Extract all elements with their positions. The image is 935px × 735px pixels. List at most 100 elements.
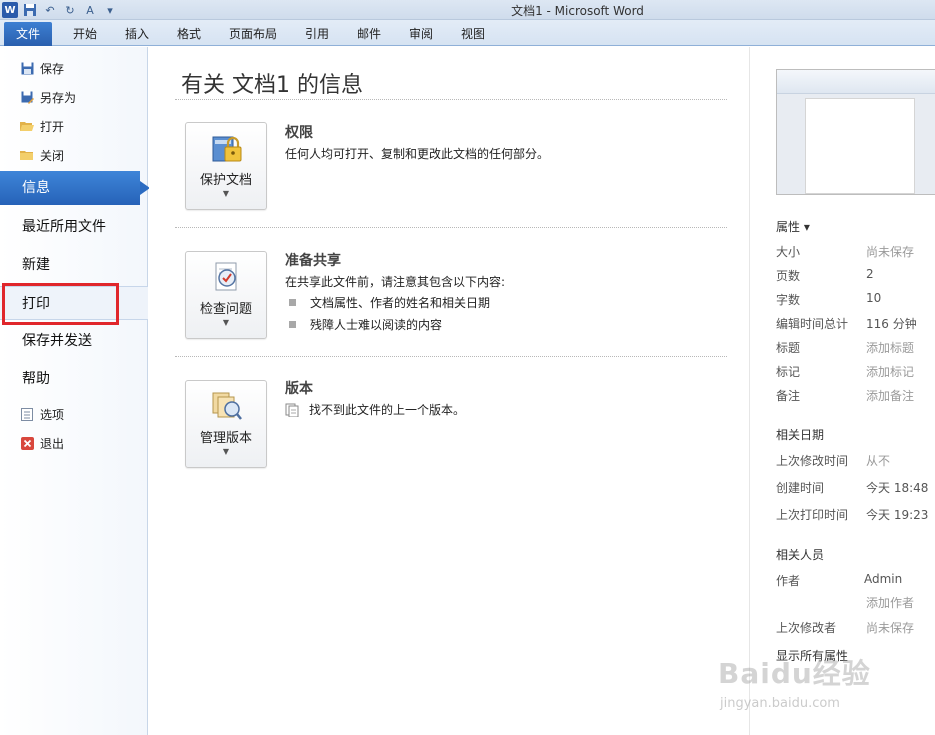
date-key-last-modified: 上次修改时间 xyxy=(776,454,849,468)
prepare-bullet-2: 残障人士难以阅读的内容 xyxy=(310,318,443,332)
nav-open[interactable]: 打开 xyxy=(20,115,64,137)
divider xyxy=(175,356,727,357)
dropdown-caret-icon: ▼ xyxy=(222,318,230,327)
title-bar: W ↶ ↻ A ▾ 文档1 - Microsoft Word xyxy=(0,0,935,20)
bullet-square-icon xyxy=(289,321,296,328)
nav-open-label: 打开 xyxy=(40,119,65,134)
people-value-author[interactable]: Admin xyxy=(864,572,902,586)
prepare-bullet-1: 文档属性、作者的姓名和相关日期 xyxy=(310,296,491,310)
thumbnail-page xyxy=(805,98,915,194)
prop-value-edit-time: 116 分钟 xyxy=(866,317,917,331)
nav-save-as[interactable]: 另存为 xyxy=(20,86,76,108)
people-key-last-modified-by: 上次修改者 xyxy=(776,621,837,635)
prepare-title: 准备共享 xyxy=(285,253,341,269)
nav-save-and-send[interactable]: 保存并发送 xyxy=(0,324,148,358)
prop-key-comments: 备注 xyxy=(776,389,801,403)
nav-exit[interactable]: 退出 xyxy=(20,432,64,454)
prop-key-words: 字数 xyxy=(776,293,801,307)
prop-value-words: 10 xyxy=(866,291,882,305)
add-author-link[interactable]: 添加作者 xyxy=(866,594,914,611)
divider xyxy=(175,227,727,228)
tab-insert[interactable]: 插入 xyxy=(114,24,160,46)
check-for-issues-button[interactable]: 检查问题 ▼ xyxy=(185,251,267,339)
prop-value-tags[interactable]: 添加标记 xyxy=(866,363,914,380)
properties-panel: 属性 ▾ 大小 尚未保存 页数 2 字数 10 编辑时间总计 116 分钟 标题… xyxy=(749,47,935,735)
versions-title: 版本 xyxy=(285,381,313,397)
nav-close[interactable]: 关闭 xyxy=(20,144,64,166)
nav-help[interactable]: 帮助 xyxy=(0,362,148,396)
window-title: 文档1 - Microsoft Word xyxy=(511,4,644,18)
nav-recent[interactable]: 最近所用文件 xyxy=(0,210,148,244)
save-as-icon xyxy=(20,90,34,104)
versions-text-row: 找不到此文件的上一个版本。 xyxy=(285,401,465,418)
nav-options-label: 选项 xyxy=(40,407,65,422)
related-dates-header: 相关日期 xyxy=(776,428,825,442)
tab-mailings[interactable]: 邮件 xyxy=(346,24,392,46)
nav-save-label: 保存 xyxy=(40,61,65,76)
people-key-author: 作者 xyxy=(776,574,801,588)
page-title: 有关 文档1 的信息 xyxy=(181,73,363,98)
check-for-issues-label: 检查问题 xyxy=(199,302,252,317)
divider xyxy=(175,99,727,100)
tab-review[interactable]: 审阅 xyxy=(398,24,444,46)
nav-save[interactable]: 保存 xyxy=(20,57,64,79)
watermark-logo: Baidu经验 xyxy=(718,657,871,690)
nav-info[interactable]: 信息 xyxy=(0,171,150,205)
options-icon xyxy=(20,407,34,421)
dropdown-caret-icon: ▼ xyxy=(222,447,230,456)
tab-references[interactable]: 引用 xyxy=(294,24,340,46)
nav-options[interactable]: 选项 xyxy=(20,403,64,425)
exit-icon xyxy=(20,436,34,450)
prop-key-size: 大小 xyxy=(776,245,801,259)
thumbnail-ribbon xyxy=(777,70,935,94)
people-value-last-modified-by: 尚未保存 xyxy=(866,621,915,635)
nav-close-label: 关闭 xyxy=(40,148,65,163)
nav-exit-label: 退出 xyxy=(40,436,65,451)
save-icon xyxy=(20,61,34,75)
nav-save-as-label: 另存为 xyxy=(40,90,77,105)
close-folder-icon xyxy=(20,148,34,162)
versions-text: 找不到此文件的上一个版本。 xyxy=(309,403,466,417)
properties-header[interactable]: 属性 ▾ xyxy=(776,218,810,235)
lock-icon xyxy=(212,136,242,162)
tab-file[interactable]: 文件 xyxy=(4,22,52,46)
ribbon-tab-bar: 文件 开始 插入 格式 页面布局 引用 邮件 审阅 视图 xyxy=(0,20,935,46)
inspect-document-icon xyxy=(215,262,237,291)
nav-new[interactable]: 新建 xyxy=(0,248,148,282)
backstage-nav: 保存 另存为 打开 关闭 信息 最近所用文件 新建 打印 保存并发送 帮助 选项… xyxy=(0,47,150,735)
tab-format[interactable]: 格式 xyxy=(166,24,212,46)
prop-value-pages: 2 xyxy=(866,267,874,281)
dropdown-caret-icon: ▼ xyxy=(222,189,230,198)
prop-key-tags: 标记 xyxy=(776,365,801,379)
open-folder-icon xyxy=(20,119,34,133)
date-value-created: 今天 18:48 xyxy=(866,481,929,495)
bullet-square-icon xyxy=(289,299,296,306)
prop-value-title[interactable]: 添加标题 xyxy=(866,339,914,356)
list-item: 残障人士难以阅读的内容 xyxy=(289,316,442,333)
manage-versions-button[interactable]: 管理版本 ▼ xyxy=(185,380,267,468)
protect-document-button[interactable]: 保护文档 ▼ xyxy=(185,122,267,210)
info-pane: 有关 文档1 的信息 保护文档 ▼ 权限 任何人均可打开、复制和更改此文档的任何… xyxy=(149,47,749,735)
prop-key-pages: 页数 xyxy=(776,269,801,283)
prop-value-comments[interactable]: 添加备注 xyxy=(866,387,914,404)
prop-key-edit-time: 编辑时间总计 xyxy=(776,317,849,331)
protect-document-label: 保护文档 xyxy=(199,173,252,188)
list-item: 文档属性、作者的姓名和相关日期 xyxy=(289,294,490,311)
permissions-title: 权限 xyxy=(285,125,313,141)
tab-home[interactable]: 开始 xyxy=(62,24,108,46)
print-highlight-box xyxy=(2,283,119,325)
watermark-url: jingyan.baidu.com xyxy=(720,696,840,711)
date-key-last-printed: 上次打印时间 xyxy=(776,508,849,522)
date-key-created: 创建时间 xyxy=(776,481,825,495)
date-value-last-printed: 今天 19:23 xyxy=(866,508,929,522)
manage-versions-label: 管理版本 xyxy=(199,431,252,446)
manage-versions-icon xyxy=(212,392,242,420)
tab-view[interactable]: 视图 xyxy=(450,24,496,46)
prepare-text: 在共享此文件前，请注意其包含以下内容: xyxy=(285,275,506,289)
permissions-text: 任何人均可打开、复制和更改此文档的任何部分。 xyxy=(285,147,550,161)
prop-key-title: 标题 xyxy=(776,341,801,355)
tab-page-layout[interactable]: 页面布局 xyxy=(222,24,284,46)
document-version-icon xyxy=(285,403,299,417)
document-thumbnail[interactable] xyxy=(776,69,935,195)
prop-value-size: 尚未保存 xyxy=(866,245,915,259)
